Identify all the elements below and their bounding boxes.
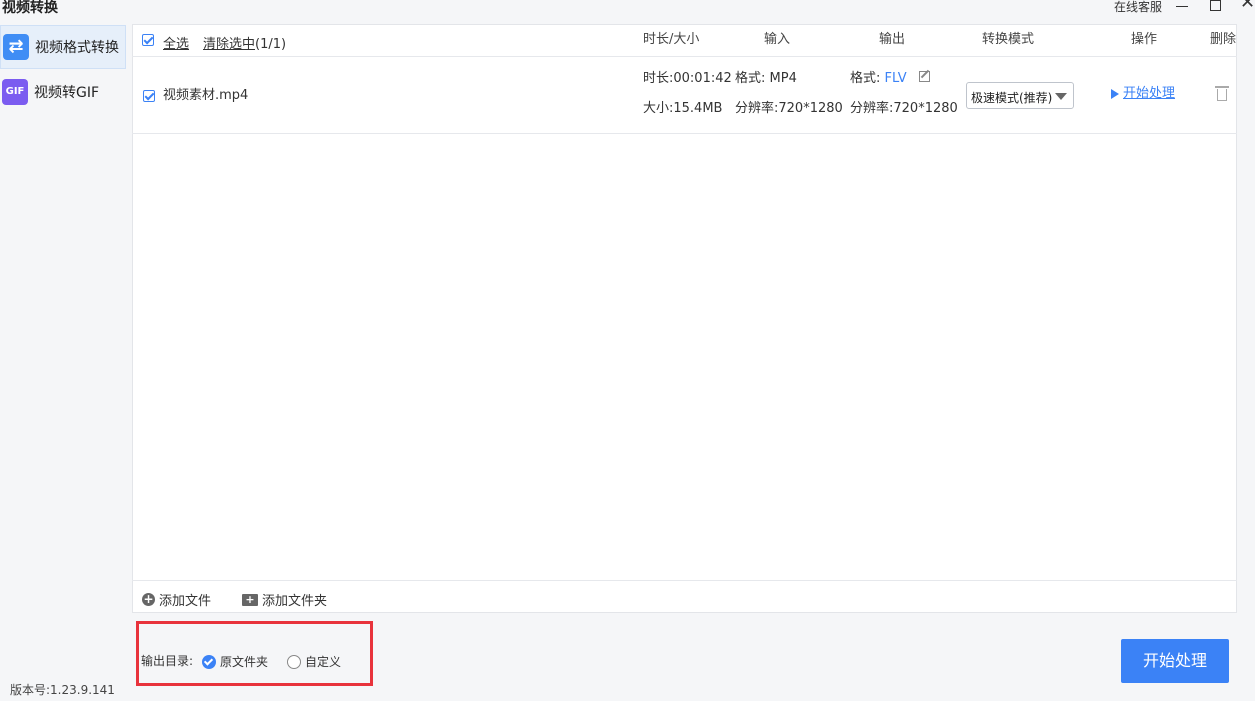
sidebar-item-video-format-convert[interactable]: ⇄ 视频格式转换 xyxy=(0,25,126,69)
output-dir-label: 输出目录: xyxy=(141,654,194,668)
add-folder-label: 添加文件夹 xyxy=(262,594,328,609)
play-icon xyxy=(1111,89,1119,99)
add-circle-icon: + xyxy=(142,592,155,606)
input-format: 格式: MP4 xyxy=(735,71,797,86)
radio-unchecked-icon xyxy=(287,654,301,669)
app-title: 视频转换 xyxy=(2,0,58,16)
add-folder-icon: + xyxy=(242,593,258,606)
radio-original-folder[interactable]: 原文件夹 xyxy=(202,653,268,670)
radio-custom[interactable]: 自定义 xyxy=(287,653,341,670)
file-size: 大小:15.4MB xyxy=(643,101,723,116)
add-file-button[interactable]: + 添加文件 xyxy=(142,590,211,609)
add-file-label: 添加文件 xyxy=(159,594,212,609)
minimize-icon[interactable] xyxy=(1176,6,1188,7)
column-input: 输入 xyxy=(764,32,791,47)
clear-selected-group: 清除选中(1/1) xyxy=(203,33,286,52)
column-output: 输出 xyxy=(879,32,906,47)
convert-arrows-icon: ⇄ xyxy=(3,34,29,60)
radio-checked-icon xyxy=(202,654,216,669)
sidebar-item-video-to-gif[interactable]: GIF 视频转GIF xyxy=(0,70,126,114)
file-list-footer: + 添加文件 + 添加文件夹 xyxy=(132,580,1237,613)
column-duration-size: 时长/大小 xyxy=(643,32,700,47)
input-resolution: 分辨率:720*1280 xyxy=(735,101,843,116)
column-mode: 转换模式 xyxy=(982,32,1035,47)
chevron-down-icon xyxy=(1055,93,1067,100)
title-bar: 视频转换 在线客服 ✕ xyxy=(0,0,1255,24)
sidebar-item-label: 视频转GIF xyxy=(34,85,100,101)
online-service-link[interactable]: 在线客服 xyxy=(1114,0,1162,14)
version-label: 版本号:1.23.9.141 xyxy=(10,683,115,697)
file-name: 视频素材.mp4 xyxy=(163,88,249,103)
sidebar-item-label: 视频格式转换 xyxy=(35,40,119,56)
column-action: 操作 xyxy=(1131,32,1158,47)
selection-count: (1/1) xyxy=(255,37,287,52)
output-format-label: 格式: xyxy=(850,71,885,86)
start-process-button[interactable]: 开始处理 xyxy=(1121,639,1229,683)
clear-selected-link[interactable]: 清除选中 xyxy=(203,37,255,52)
file-duration: 时长:00:01:42 xyxy=(643,71,732,86)
radio-custom-label: 自定义 xyxy=(305,655,342,669)
select-all-checkbox[interactable] xyxy=(142,34,154,46)
gif-icon: GIF xyxy=(2,79,28,105)
select-all-link[interactable]: 全选 xyxy=(163,33,189,52)
maximize-icon[interactable] xyxy=(1210,0,1221,11)
output-format-value[interactable]: FLV xyxy=(885,71,907,86)
radio-original-folder-label: 原文件夹 xyxy=(220,655,269,669)
trash-icon[interactable] xyxy=(1215,86,1229,102)
edit-icon[interactable] xyxy=(919,71,930,82)
conversion-mode-select[interactable]: 极速模式(推荐) xyxy=(966,82,1074,109)
start-process-link[interactable]: 开始处理 xyxy=(1123,87,1175,101)
add-folder-button[interactable]: + 添加文件夹 xyxy=(242,590,327,609)
conversion-mode-value: 极速模式(推荐) xyxy=(971,91,1053,105)
file-checkbox[interactable] xyxy=(143,90,155,102)
column-delete: 删除 xyxy=(1210,32,1237,47)
close-icon[interactable]: ✕ xyxy=(1240,0,1255,12)
output-resolution: 分辨率:720*1280 xyxy=(850,101,958,116)
output-format-group: 格式: FLV xyxy=(850,72,907,86)
